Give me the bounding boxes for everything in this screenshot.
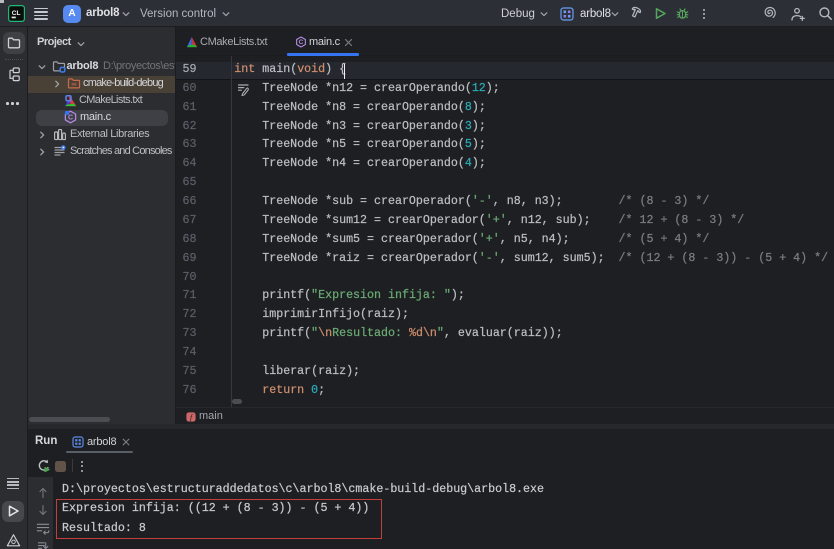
svg-text:C: C bbox=[299, 39, 304, 46]
svg-text:CL: CL bbox=[12, 10, 21, 17]
svg-text:C: C bbox=[68, 115, 73, 122]
